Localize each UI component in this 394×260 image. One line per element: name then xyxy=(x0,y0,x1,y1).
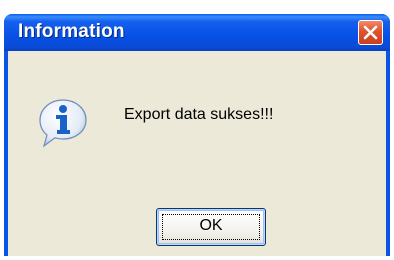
close-button[interactable] xyxy=(358,20,383,45)
close-icon xyxy=(363,25,378,40)
dialog-body: Export data sukses!!! OK xyxy=(8,51,386,256)
ok-button-label: OK xyxy=(199,217,223,234)
message-text: Export data sukses!!! xyxy=(124,106,274,123)
dialog-window: Information Export data sukses!!! OK xyxy=(4,14,390,256)
dialog-title: Information xyxy=(18,21,125,42)
title-bar[interactable]: Information xyxy=(4,14,390,51)
info-icon xyxy=(39,99,87,148)
ok-button[interactable]: OK xyxy=(156,208,266,246)
